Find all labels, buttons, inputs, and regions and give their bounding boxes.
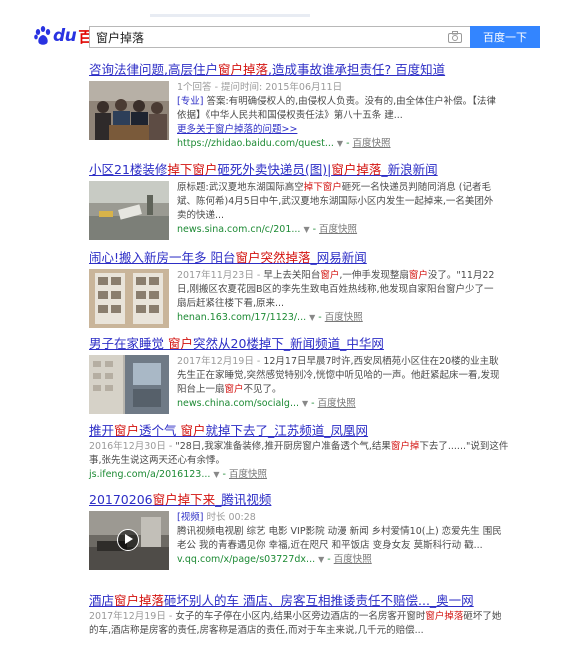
snapshot-link[interactable]: 百度快照 xyxy=(325,312,363,323)
result-snippet: 1个回答 - 提问时间: 2015年06月11日 [专业] 答案:有明确侵权人的… xyxy=(177,81,502,151)
play-icon[interactable] xyxy=(117,529,139,551)
result-url[interactable]: news.sina.com.cn/c/201... xyxy=(177,224,300,235)
result-thumbnail[interactable] xyxy=(89,269,169,328)
result-url[interactable]: https://zhidao.baidu.com/quest... xyxy=(177,138,334,149)
result-snippet: [视频] 时长 00:28 腾讯视频电视剧 综艺 电影 VIP影院 动漫 新闻 … xyxy=(177,512,502,565)
result-snippet: 2017年11月23日 - 早上去关阳台窗户,一伸手发现整扇窗户没了。"11月2… xyxy=(177,270,495,323)
result-snippet: 2016年12月30日 - "28日,我家准备装修,推开厨房窗户准备透个气,结果… xyxy=(89,441,509,480)
search-button[interactable]: 百度一下 xyxy=(470,26,540,48)
search-box xyxy=(89,26,470,48)
result-thumbnail[interactable] xyxy=(89,181,169,240)
result-title[interactable]: 闹心!搬入新房一年多 阳台窗户突然掉落_网易新闻 xyxy=(89,250,509,265)
result-title[interactable]: 男子在家睡觉 窗户突然从20楼掉下_新闻频道_中华网 xyxy=(89,336,509,351)
result-item: 咨询法律问题,高层住户窗户掉落,造成事故谁承担责任? 百度知道 1个回答 - 提… xyxy=(89,62,509,151)
result-snippet: 2017年12月19日 - 女子的车子停在小区内,结果小区旁边酒店的一名房客开窗… xyxy=(89,611,502,636)
result-snippet: 原标题:武汉夏地东湖国际高空掉下窗户砸死一名快递员判随同消息 (记者毛斌、陈何希… xyxy=(177,182,494,235)
more-link[interactable]: 更多关于窗户掉落的问题>> xyxy=(177,123,502,137)
dropdown-caret-icon[interactable]: ▼ xyxy=(303,225,309,234)
result-title[interactable]: 小区21楼装修掉下窗户砸死外卖快递员(图)|窗户掉落_新浪新闻 xyxy=(89,162,509,177)
result-item: 推开窗户透个气 窗户就掉下去了_江苏频道_凤凰网 2016年12月30日 - "… xyxy=(89,423,509,482)
snapshot-link[interactable]: 百度快照 xyxy=(319,224,357,235)
top-bar: du 百度 百度一下 xyxy=(0,0,577,60)
search-input[interactable] xyxy=(90,27,442,48)
result-item: 男子在家睡觉 窗户突然从20楼掉下_新闻频道_中华网 2017年12月19日 -… xyxy=(89,336,509,414)
dropdown-caret-icon[interactable]: ▼ xyxy=(302,399,308,408)
snapshot-link[interactable]: 百度快照 xyxy=(353,138,391,149)
result-item: 酒店窗户掉落砸坏别人的车 酒店、房客互相推诿责任不赔偿..._奥一网 2017年… xyxy=(89,593,509,638)
result-url[interactable]: v.qq.com/x/page/s03727dx... xyxy=(177,554,315,565)
snapshot-link[interactable]: 百度快照 xyxy=(318,398,356,409)
result-title[interactable]: 推开窗户透个气 窗户就掉下去了_江苏频道_凤凰网 xyxy=(89,423,509,438)
result-item: 闹心!搬入新房一年多 阳台窗户突然掉落_网易新闻 2017年11月23日 - 早… xyxy=(89,250,509,328)
dropdown-caret-icon[interactable]: ▼ xyxy=(337,139,343,148)
result-item: 小区21楼装修掉下窗户砸死外卖快递员(图)|窗户掉落_新浪新闻 原标题:武汉夏地… xyxy=(89,162,509,240)
result-title[interactable]: 酒店窗户掉落砸坏别人的车 酒店、房客互相推诿责任不赔偿..._奥一网 xyxy=(89,593,509,608)
dropdown-caret-icon[interactable]: ▼ xyxy=(213,470,219,479)
snapshot-link[interactable]: 百度快照 xyxy=(229,469,267,480)
result-item: 20170206窗户掉下来_腾讯视频 [视频] 时长 00:28 腾讯视频电视剧… xyxy=(89,492,509,570)
result-thumbnail[interactable] xyxy=(89,81,169,140)
snapshot-link[interactable]: 百度快照 xyxy=(334,554,372,565)
result-url[interactable]: news.china.com/socialg... xyxy=(177,398,299,409)
top-tab-strip xyxy=(150,14,310,17)
paw-logo-icon xyxy=(34,26,52,46)
result-thumbnail[interactable] xyxy=(89,355,169,414)
result-url[interactable]: js.ifeng.com/a/2016123... xyxy=(89,469,210,480)
logo-du-text: du xyxy=(53,26,77,46)
camera-icon[interactable] xyxy=(448,31,462,43)
dropdown-caret-icon[interactable]: ▼ xyxy=(309,313,315,322)
dropdown-caret-icon[interactable]: ▼ xyxy=(318,555,324,564)
result-title[interactable]: 咨询法律问题,高层住户窗户掉落,造成事故谁承担责任? 百度知道 xyxy=(89,62,509,77)
result-url[interactable]: henan.163.com/17/1123/... xyxy=(177,312,306,323)
result-snippet: 2017年12月19日 - 12月17日早晨7时许,西安凤栖苑小区住在20楼的业… xyxy=(177,356,500,409)
result-title[interactable]: 20170206窗户掉下来_腾讯视频 xyxy=(89,492,509,507)
video-thumbnail[interactable] xyxy=(89,511,169,570)
